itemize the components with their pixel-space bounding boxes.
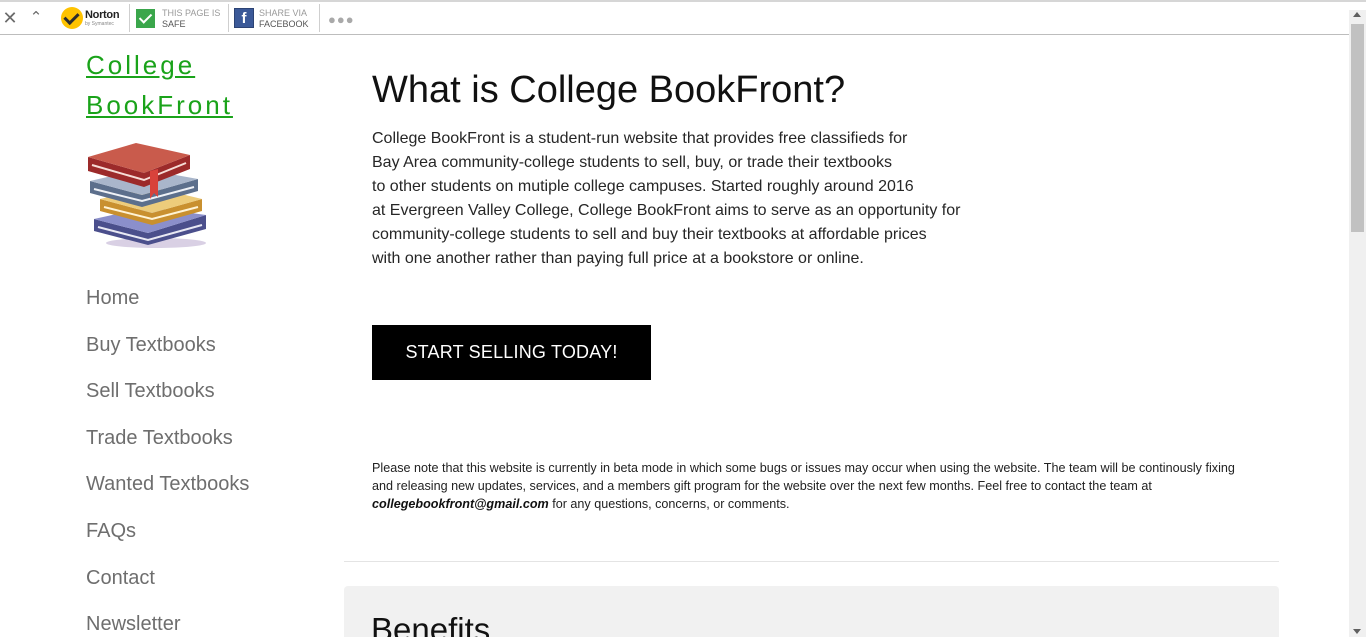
close-icon[interactable]: ✕ (0, 8, 20, 28)
norton-check-icon (61, 7, 83, 29)
intro-line: to other students on mutiple college cam… (372, 178, 914, 195)
intro-line: community-college students to sell and b… (372, 226, 927, 243)
page-title: What is College BookFront? (372, 69, 846, 111)
nav-item-home[interactable]: Home (86, 286, 336, 310)
chevron-up-icon[interactable]: ⌃ (26, 8, 46, 28)
norton-subtitle: by Symantec (85, 21, 114, 27)
benefits-title: Benefits (371, 611, 491, 637)
site-title-line1: College (86, 50, 196, 80)
scroll-up-icon[interactable] (1353, 12, 1361, 17)
scroll-down-icon[interactable] (1353, 629, 1361, 634)
share-facebook[interactable]: SHARE VIA FACEBOOK (259, 8, 309, 30)
safe-status-line2: SAFE (162, 19, 186, 29)
nav-item-newsletter[interactable]: Newsletter (86, 612, 336, 636)
toolbar-divider (319, 4, 320, 32)
facebook-icon[interactable]: f (234, 8, 254, 28)
site-title-line2: BookFront (86, 90, 233, 120)
safe-check-icon[interactable] (136, 9, 155, 28)
sidebar: College BookFront Home Buy Textbooks Sel… (86, 45, 336, 637)
more-icon[interactable]: ●●● (328, 12, 355, 27)
books-logo-image (88, 143, 206, 248)
benefits-section: Benefits (344, 586, 1279, 637)
share-facebook-line2: FACEBOOK (259, 19, 309, 29)
scrollbar-thumb[interactable] (1351, 24, 1364, 232)
intro-line: with one another rather than paying full… (372, 250, 864, 267)
share-facebook-line1: SHARE VIA (259, 8, 308, 18)
start-selling-button[interactable]: START SELLING TODAY! (372, 325, 651, 380)
safe-status[interactable]: THIS PAGE IS SAFE (162, 8, 220, 30)
intro-line: College BookFront is a student-run websi… (372, 130, 908, 147)
intro-paragraph: College BookFront is a student-run websi… (372, 127, 1272, 271)
beta-notice-text: Please note that this website is current… (372, 461, 1235, 493)
norton-logo[interactable]: Norton by Symantec (61, 7, 125, 31)
nav-item-trade-textbooks[interactable]: Trade Textbooks (86, 426, 336, 450)
section-divider (344, 561, 1279, 562)
intro-line: Bay Area community-college students to s… (372, 154, 892, 171)
nav-item-buy-textbooks[interactable]: Buy Textbooks (86, 333, 336, 357)
norton-toolbar: ✕ ⌃ Norton by Symantec THIS PAGE IS SAFE… (0, 0, 1366, 35)
nav-item-contact[interactable]: Contact (86, 566, 336, 590)
vertical-scrollbar[interactable] (1349, 10, 1366, 637)
toolbar-divider (129, 4, 130, 32)
intro-line: at Evergreen Valley College, College Boo… (372, 202, 961, 219)
beta-notice-text-end: for any questions, concerns, or comments… (548, 497, 790, 511)
safe-status-line1: THIS PAGE IS (162, 8, 221, 18)
toolbar-divider (228, 4, 229, 32)
site-title-link[interactable]: College BookFront (86, 45, 336, 125)
nav-item-faqs[interactable]: FAQs (86, 519, 336, 543)
sidebar-nav: Home Buy Textbooks Sell Textbooks Trade … (86, 286, 336, 636)
nav-item-wanted-textbooks[interactable]: Wanted Textbooks (86, 472, 336, 496)
beta-notice: Please note that this website is current… (372, 459, 1252, 513)
nav-item-sell-textbooks[interactable]: Sell Textbooks (86, 379, 336, 403)
norton-name: Norton (85, 9, 120, 21)
main-content: What is College BookFront? College BookF… (372, 66, 1272, 511)
contact-email: collegebookfront@gmail.com (372, 497, 549, 511)
